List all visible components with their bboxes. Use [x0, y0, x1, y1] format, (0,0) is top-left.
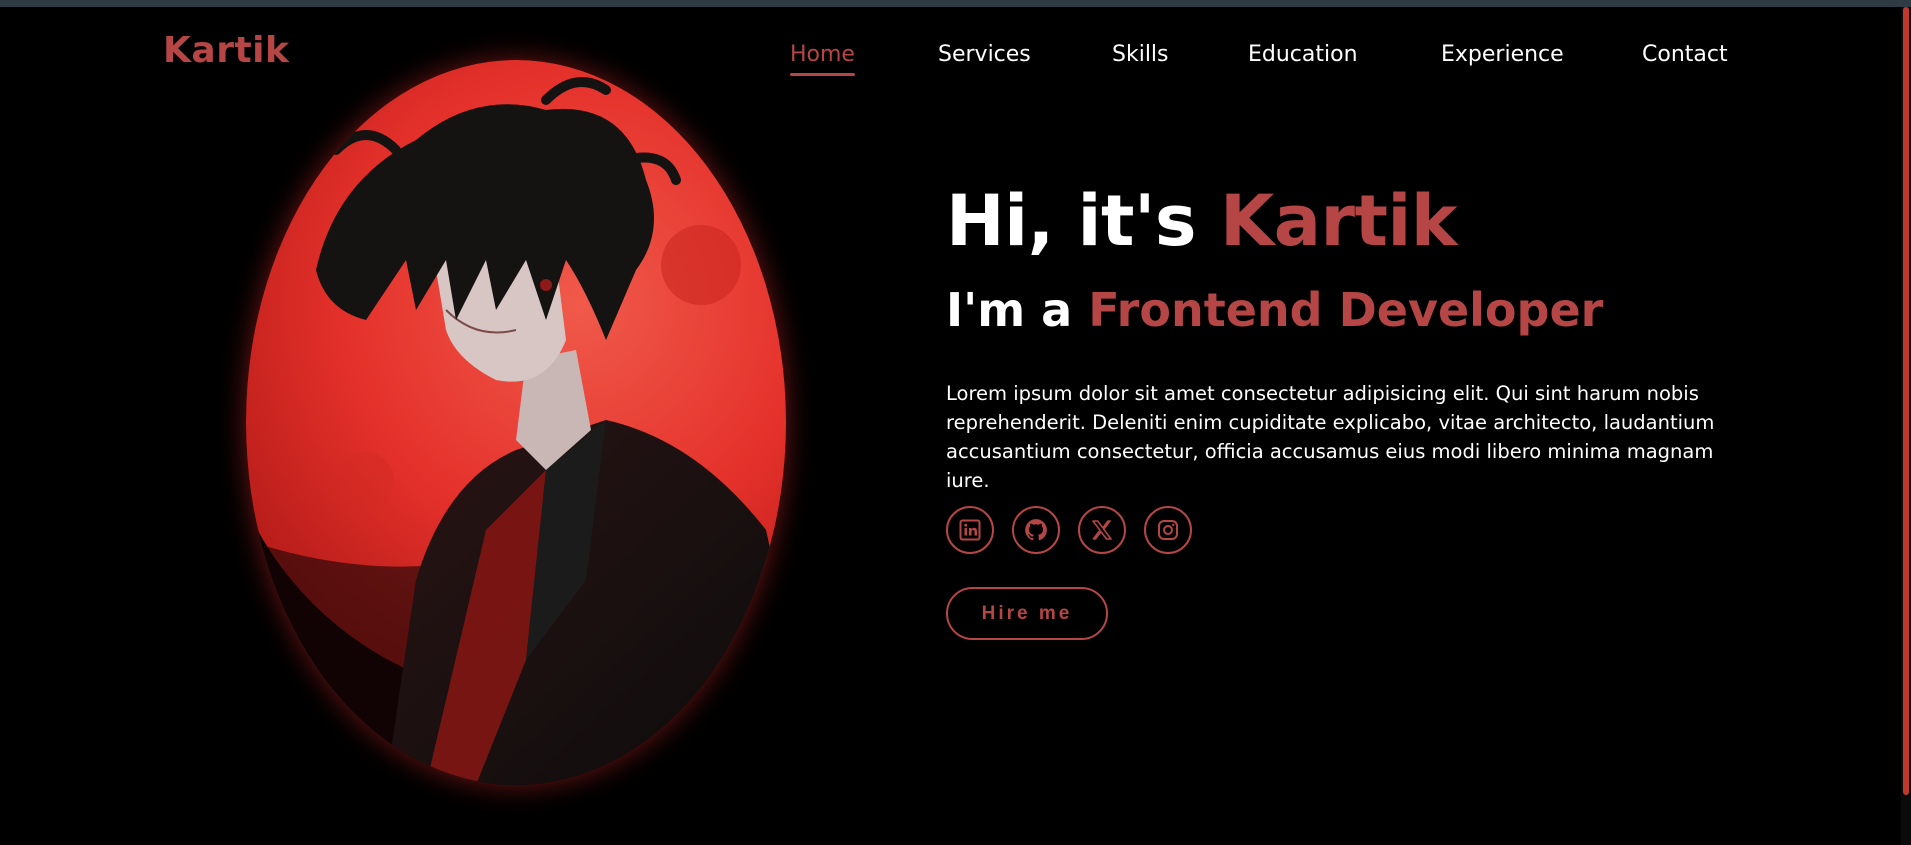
nav-item-education[interactable]: Education	[1248, 42, 1358, 67]
hero-greeting-prefix: Hi, it's	[946, 180, 1220, 262]
nav-item-services[interactable]: Services	[938, 42, 1031, 67]
linkedin-icon	[959, 519, 981, 541]
x-link[interactable]	[1078, 506, 1126, 554]
hero-role-prefix: I'm a	[946, 283, 1089, 337]
nav-item-experience[interactable]: Experience	[1441, 42, 1564, 67]
github-icon	[1025, 519, 1047, 541]
scrollbar-thumb[interactable]	[1903, 7, 1909, 795]
linkedin-link[interactable]	[946, 506, 994, 554]
nav-item-home[interactable]: Home	[790, 42, 855, 67]
hero-greeting-name: Kartik	[1219, 180, 1458, 262]
hero-role-title: Frontend Developer	[1088, 283, 1604, 337]
x-icon	[1092, 520, 1112, 540]
nav-active-underline	[790, 73, 855, 76]
instagram-link[interactable]	[1144, 506, 1192, 554]
portrait-illustration	[246, 60, 786, 785]
logo[interactable]: Kartik	[163, 30, 289, 71]
instagram-icon	[1158, 520, 1178, 540]
hero-description: Lorem ipsum dolor sit amet consectetur a…	[946, 381, 1715, 492]
nav-item-skills[interactable]: Skills	[1112, 42, 1169, 67]
hero-title: Hi, it's Kartik	[946, 180, 1457, 262]
hire-me-button[interactable]: Hire me	[946, 587, 1108, 640]
github-link[interactable]	[1012, 506, 1060, 554]
hero-role: I'm a Frontend Developer	[946, 283, 1603, 337]
browser-top-bar	[0, 0, 1911, 7]
nav-item-contact[interactable]: Contact	[1642, 42, 1728, 67]
profile-portrait	[246, 60, 786, 785]
